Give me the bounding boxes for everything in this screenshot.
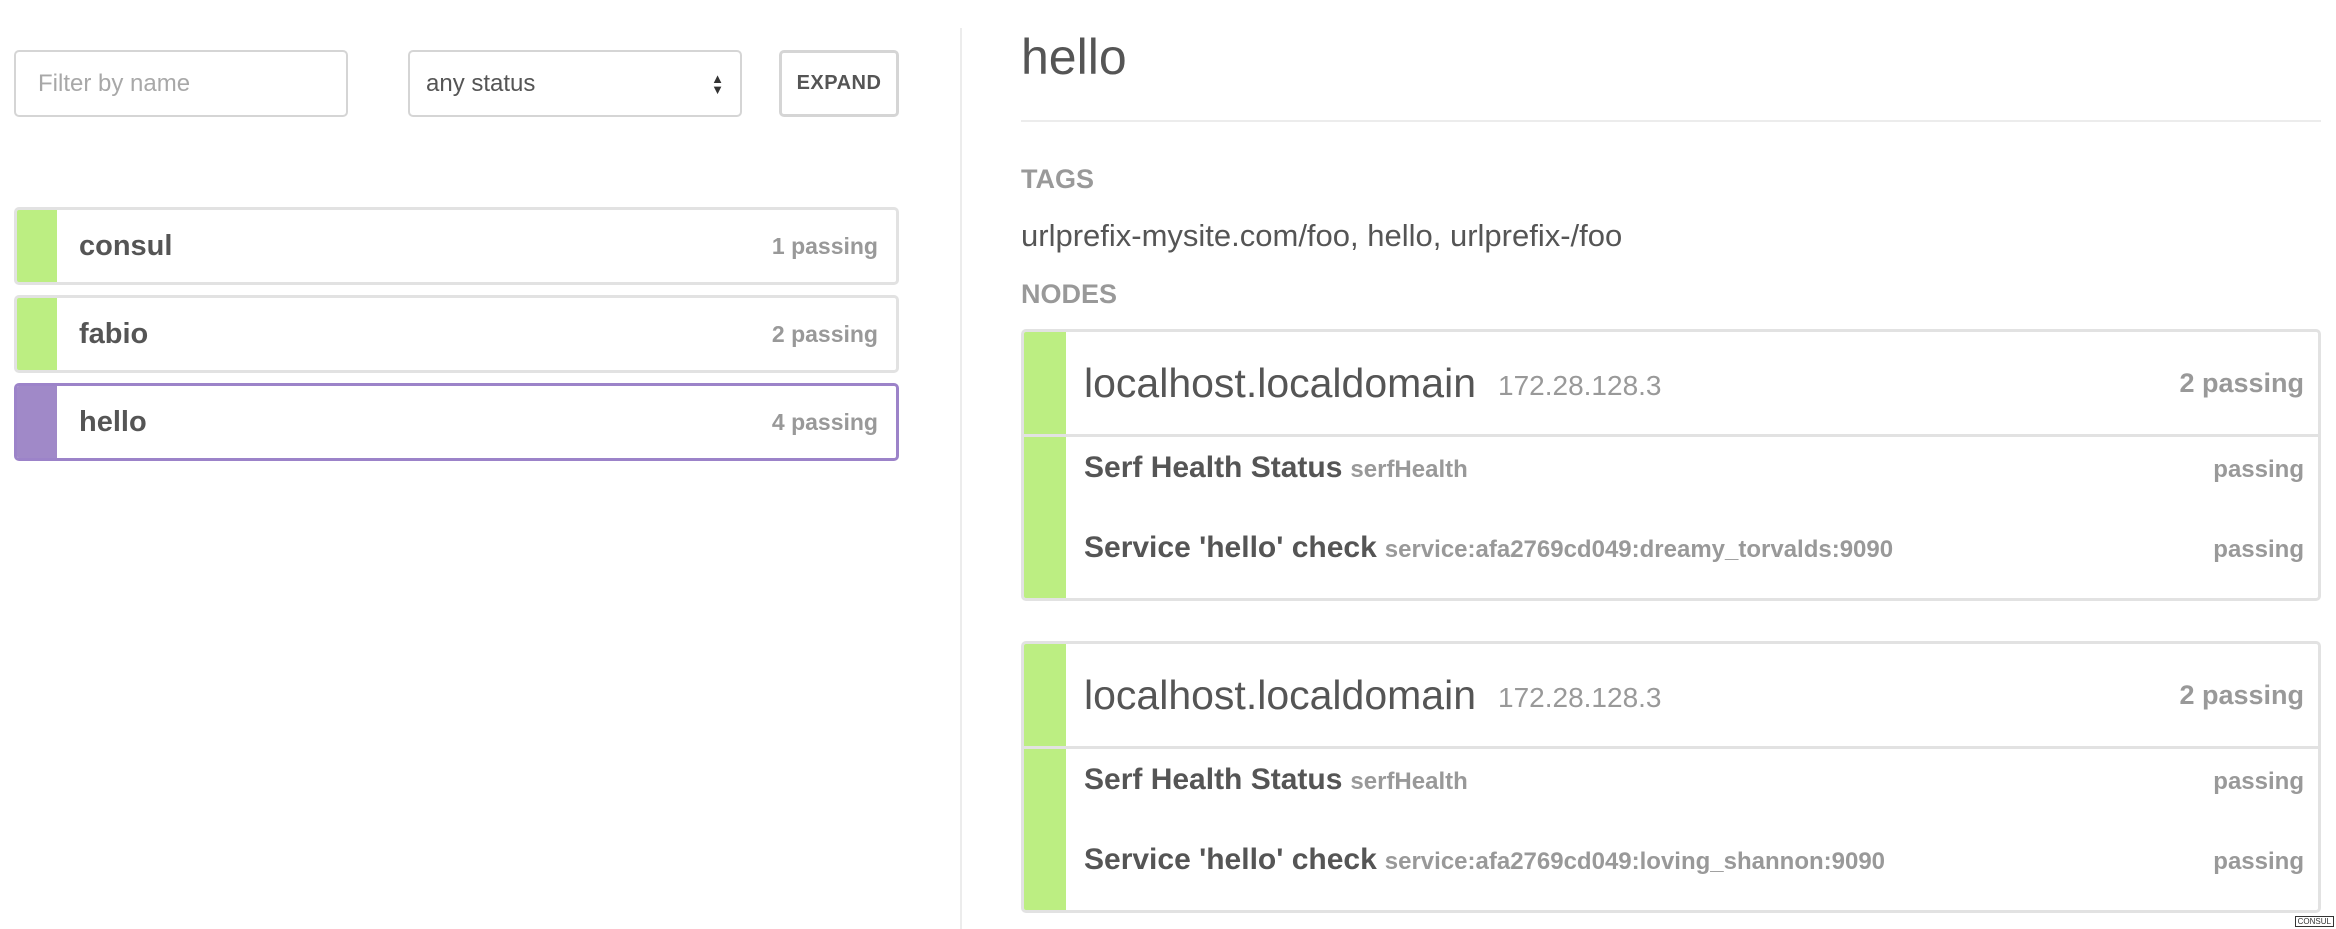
node-hostname[interactable]: localhost.localdomain xyxy=(1084,672,1476,719)
check-status: passing xyxy=(2213,536,2304,563)
node-address: 172.28.128.3 xyxy=(1498,370,1662,401)
check-name: Service 'hello' check xyxy=(1084,843,1377,876)
service-status-bar xyxy=(17,386,57,458)
node-header[interactable]: localhost.localdomain 172.28.128.3 2 pas… xyxy=(1024,332,2318,437)
check-id: serfHealth xyxy=(1350,456,1468,483)
check-status: passing xyxy=(2213,456,2304,483)
node-passing-count: 2 passing xyxy=(2179,367,2304,398)
service-item-consul[interactable]: consul 1 passing xyxy=(14,207,899,285)
check-name: Serf Health Status xyxy=(1084,451,1343,484)
expand-button[interactable]: EXPAND xyxy=(779,50,899,117)
service-name: hello xyxy=(79,405,147,438)
check-status: passing xyxy=(2213,848,2304,875)
services-panel: any status ▲▼ EXPAND consul 1 passing fa… xyxy=(14,50,899,471)
tags-label: TAGS xyxy=(1021,164,1094,194)
filter-by-name-input[interactable] xyxy=(14,50,348,117)
status-filter-select[interactable]: any status ▲ ▼ xyxy=(408,50,742,117)
service-name: consul xyxy=(79,229,173,262)
node-card: localhost.localdomain 172.28.128.3 2 pas… xyxy=(1021,329,2321,601)
title-divider xyxy=(1021,120,2321,122)
node-passing-count: 2 passing xyxy=(2179,679,2304,710)
node-address: 172.28.128.3 xyxy=(1498,682,1662,713)
consul-badge: CONSUL xyxy=(2294,916,2334,927)
service-name: fabio xyxy=(79,317,149,350)
check-row: Service 'hello' check service:afa2769cd0… xyxy=(1084,531,2304,565)
node-checks: Serf Health Status serfHealth passing Se… xyxy=(1024,749,2318,910)
check-name: Service 'hello' check xyxy=(1084,531,1377,564)
node-checks: Serf Health Status serfHealth passing Se… xyxy=(1024,437,2318,598)
service-passing-count: 2 passing xyxy=(771,320,878,347)
service-item-fabio[interactable]: fabio 2 passing xyxy=(14,295,899,373)
tags-value: urlprefix-mysite.com/foo, hello, urlpref… xyxy=(1021,218,1623,253)
check-row: Serf Health Status serfHealth passing xyxy=(1084,451,2304,485)
check-id: serfHealth xyxy=(1350,768,1468,795)
service-status-bar xyxy=(17,298,57,370)
service-passing-count: 4 passing xyxy=(771,408,878,435)
column-divider xyxy=(960,28,962,929)
service-status-bar xyxy=(17,210,57,282)
check-row: Serf Health Status serfHealth passing xyxy=(1084,763,2304,797)
check-status: passing xyxy=(2213,768,2304,795)
node-header[interactable]: localhost.localdomain 172.28.128.3 2 pas… xyxy=(1024,644,2318,749)
check-id: service:afa2769cd049:dreamy_torvalds:909… xyxy=(1384,536,1894,563)
check-row: Service 'hello' check service:afa2769cd0… xyxy=(1084,843,2304,877)
check-id: service:afa2769cd049:loving_shannon:9090 xyxy=(1384,848,1886,875)
status-select-value: any status xyxy=(426,69,536,97)
service-passing-count: 1 passing xyxy=(771,232,878,259)
filter-controls: any status ▲▼ EXPAND xyxy=(14,50,899,118)
check-name: Serf Health Status xyxy=(1084,763,1343,796)
node-card: localhost.localdomain 172.28.128.3 2 pas… xyxy=(1021,641,2321,913)
nodes-label: NODES xyxy=(1021,279,1118,309)
service-item-hello[interactable]: hello 4 passing xyxy=(14,383,899,461)
select-arrows-icon: ▲ ▼ xyxy=(711,70,724,97)
service-title: hello xyxy=(1021,29,1127,85)
node-hostname[interactable]: localhost.localdomain xyxy=(1084,360,1476,407)
service-list: consul 1 passing fabio 2 passing hello 4… xyxy=(14,207,899,461)
